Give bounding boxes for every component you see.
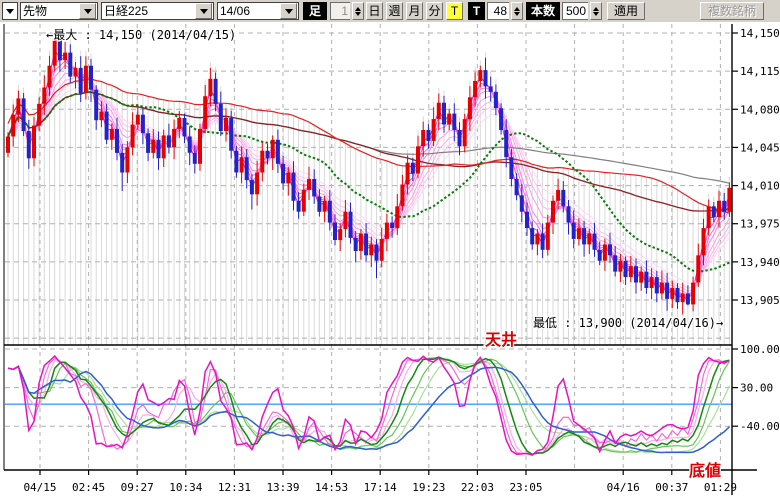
svg-text:01:29: 01:29 bbox=[704, 481, 737, 494]
svg-text:13:39: 13:39 bbox=[266, 481, 299, 494]
tick-label: T bbox=[468, 2, 485, 20]
bar-count-input[interactable]: 500 bbox=[562, 2, 588, 20]
svg-text:14,045: 14,045 bbox=[740, 141, 780, 154]
svg-text:13,905: 13,905 bbox=[740, 294, 780, 307]
svg-text:04/16: 04/16 bbox=[607, 481, 640, 494]
chevron-down-icon[interactable] bbox=[79, 3, 96, 19]
svg-text:13,940: 13,940 bbox=[740, 256, 780, 269]
toolbar: 先物 日経225 14/06 足 1 日 週 月 分 T T 48 本数 500… bbox=[0, 0, 780, 23]
spin-up-icon bbox=[355, 7, 361, 11]
symbol-combobox[interactable]: 日経225 bbox=[101, 2, 214, 20]
ceiling-annotation: 天井 bbox=[485, 330, 517, 349]
symbol-value: 日経225 bbox=[102, 3, 194, 19]
period-week-button[interactable]: 週 bbox=[386, 2, 403, 20]
min-price-annotation: 最低 : 13,900 (2014/04/16)→ bbox=[533, 316, 723, 330]
svg-text:14:53: 14:53 bbox=[315, 481, 348, 494]
svg-text:19:23: 19:23 bbox=[412, 481, 445, 494]
tick-count-stepper[interactable] bbox=[511, 2, 523, 20]
contract-month-value: 14/06 bbox=[218, 3, 279, 19]
tick-count-input[interactable]: 48 bbox=[487, 2, 509, 20]
interval-stepper[interactable] bbox=[352, 2, 364, 20]
time-axis-labels: 04/15 02:45 09:27 10:34 12:31 13:39 14:53 17:14… bbox=[23, 481, 737, 494]
svg-text:10:34: 10:34 bbox=[169, 481, 202, 494]
svg-text:09:27: 09:27 bbox=[121, 481, 154, 494]
spin-down-icon bbox=[514, 12, 520, 16]
svg-text:14,115: 14,115 bbox=[740, 65, 780, 78]
svg-text:14,150: 14,150 bbox=[740, 27, 780, 40]
multi-symbol-button[interactable]: 複数銘柄 bbox=[700, 2, 764, 20]
spin-down-icon bbox=[355, 12, 361, 16]
svg-text:14,080: 14,080 bbox=[740, 103, 780, 116]
svg-text:14,010: 14,010 bbox=[740, 180, 780, 193]
svg-text:12:31: 12:31 bbox=[218, 481, 251, 494]
period-month-button[interactable]: 月 bbox=[406, 2, 423, 20]
interval-input[interactable]: 1 bbox=[330, 2, 350, 20]
svg-text:22:03: 22:03 bbox=[461, 481, 494, 494]
bar-count-stepper[interactable] bbox=[590, 2, 602, 20]
instrument-type-value: 先物 bbox=[21, 3, 78, 19]
svg-text:04/15: 04/15 bbox=[23, 481, 56, 494]
max-price-annotation: ←最大 : 14,150 (2014/04/15) bbox=[46, 28, 236, 42]
instrument-type-combobox[interactable]: 先物 bbox=[20, 2, 98, 20]
spin-up-icon bbox=[593, 7, 599, 11]
chevron-down-icon bbox=[6, 9, 14, 14]
spin-up-icon bbox=[514, 7, 520, 11]
bar-count-label: 本数 bbox=[526, 2, 560, 20]
svg-text:00:37: 00:37 bbox=[655, 481, 688, 494]
period-day-button[interactable]: 日 bbox=[366, 2, 383, 20]
bottom-annotation: 底値 bbox=[689, 461, 721, 480]
svg-text:23:05: 23:05 bbox=[509, 481, 542, 494]
svg-text:13,975: 13,975 bbox=[740, 218, 780, 231]
mini-dropdown[interactable] bbox=[2, 2, 18, 20]
svg-text:100.00: 100.00 bbox=[740, 343, 780, 356]
period-tick-button[interactable]: T bbox=[446, 2, 463, 20]
chevron-down-icon[interactable] bbox=[280, 3, 297, 19]
ashi-label: 足 bbox=[303, 2, 327, 20]
contract-month-combobox[interactable]: 14/06 bbox=[217, 2, 299, 20]
svg-text:02:45: 02:45 bbox=[72, 481, 105, 494]
chevron-down-icon[interactable] bbox=[195, 3, 212, 19]
chart-application-window: 先物 日経225 14/06 足 1 日 週 月 分 T T 48 本数 500… bbox=[0, 0, 780, 500]
spin-down-icon bbox=[593, 12, 599, 16]
svg-text:-40.00: -40.00 bbox=[740, 420, 780, 433]
svg-text:17:14: 17:14 bbox=[364, 481, 397, 494]
chart-canvas[interactable]: 14,150 14,115 14,080 14,045 14,010 13,975 13,9… bbox=[0, 22, 780, 500]
apply-button[interactable]: 適用 bbox=[607, 2, 645, 20]
svg-text:30.00: 30.00 bbox=[740, 382, 773, 395]
period-minute-button[interactable]: 分 bbox=[426, 2, 443, 20]
